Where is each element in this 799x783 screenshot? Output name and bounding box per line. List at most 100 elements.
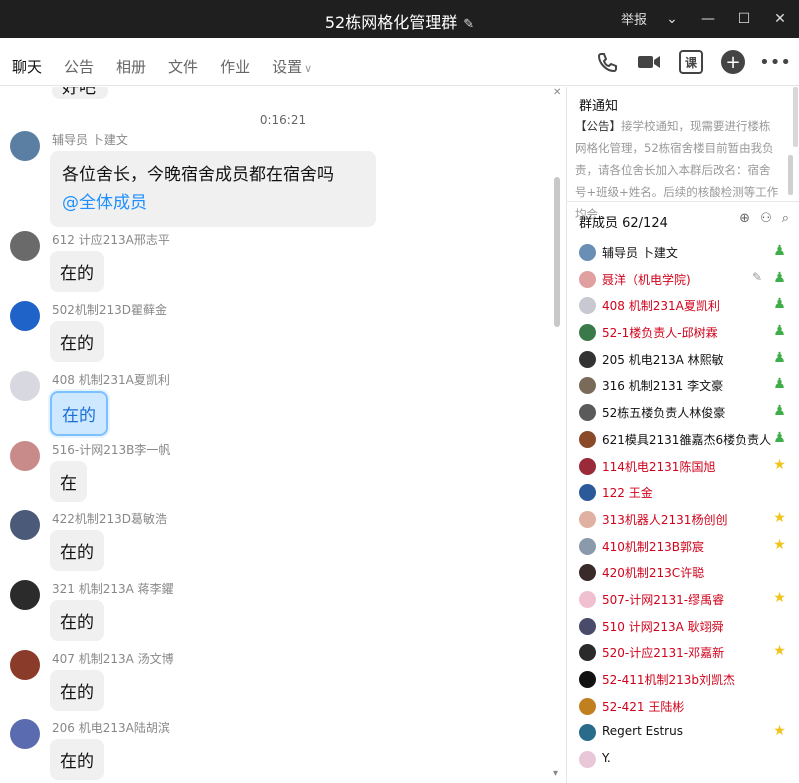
chat-area[interactable]: 好吧 0:16:21 辅导员 卜建文 各位舍长，今晚宿舍成员都在宿舍吗 @全体成… — [0, 87, 566, 783]
member-item[interactable]: 52-421 王陆彬 — [567, 693, 799, 720]
admin-icon: ♟ — [773, 376, 786, 393]
message-bubble: 在的 — [50, 600, 104, 641]
add-icon[interactable]: + — [721, 50, 745, 74]
member-name: 52-421 王陆彬 — [602, 699, 685, 714]
member-item[interactable]: 420机制213C许聪 — [567, 559, 799, 586]
member-avatar — [579, 350, 596, 368]
avatar[interactable] — [10, 301, 40, 331]
member-avatar — [579, 564, 596, 582]
notice-text: 接学校通知，现需要进行楼栋网格化管理，52栋宿舍楼目前暂由我负责，请各位舍长加入… — [575, 119, 779, 221]
tab-chat[interactable]: 聊天 — [12, 56, 43, 90]
member-item[interactable]: 52-1楼负责人-邱树霖 ♟ — [567, 319, 799, 346]
member-name: 313机器人2131杨创创 — [602, 512, 728, 527]
avatar[interactable] — [10, 371, 40, 401]
member-avatar — [579, 324, 596, 342]
chevron-down-icon[interactable]: ⌄ — [661, 11, 683, 27]
member-avatar — [579, 244, 596, 261]
member-tools: ⊕ ⚇ ⌕ — [739, 211, 789, 226]
member-avatar — [579, 404, 596, 422]
member-item[interactable]: Y. — [567, 746, 799, 773]
member-scrollbar[interactable] — [793, 87, 798, 147]
avatar[interactable] — [10, 131, 40, 161]
message-bubble: 好吧 — [52, 87, 108, 99]
member-avatar — [579, 751, 596, 769]
star-icon: ★ — [773, 509, 786, 526]
message-text: 各位舍长，今晚宿舍成员都在宿舍吗 — [62, 165, 334, 185]
tab-settings-label: 设置 — [272, 58, 303, 76]
member-item[interactable]: 辅导员 卜建文 ♟ — [567, 239, 799, 266]
star-icon: ★ — [773, 589, 786, 606]
close-icon[interactable]: ✕ — [769, 11, 791, 27]
mention-all[interactable]: @全体成员 — [62, 189, 364, 217]
avatar[interactable] — [10, 650, 40, 680]
chat-window: 52栋网格化管理群 ✎ 举报 ⌄ — ☐ ✕ 聊天 公告 相册 文件 作业 设置 ∨… — [0, 0, 799, 783]
sender-name: 321 机制213A 蒋李鑺 — [52, 582, 174, 596]
edit-title-icon[interactable]: ✎ — [463, 17, 474, 32]
avatar[interactable] — [10, 510, 40, 540]
sender-name: 408 机制231A夏凯利 — [52, 373, 170, 387]
sender-name: 407 机制213A 汤文博 — [52, 652, 174, 666]
course-icon[interactable]: 课 — [679, 50, 703, 74]
video-icon[interactable] — [637, 50, 661, 74]
scroll-down-icon[interactable]: ▾ — [553, 768, 558, 779]
maximize-icon[interactable]: ☐ — [733, 11, 755, 27]
message-bubble: 在的 — [50, 391, 108, 436]
avatar[interactable] — [10, 719, 40, 749]
edit-icon[interactable]: ✎ — [752, 270, 762, 284]
member-item[interactable]: 510 计网213A 耿翊舜 — [567, 613, 799, 640]
member-item[interactable]: 52-411机制213b刘凯杰 — [567, 666, 799, 693]
member-item[interactable]: 507-计网2131-缪禹睿 ★ — [567, 586, 799, 613]
tab-settings[interactable]: 设置 ∨ — [272, 56, 312, 77]
avatar[interactable] — [10, 441, 40, 471]
search-icon[interactable]: ⌕ — [782, 211, 789, 226]
member-item[interactable]: 313机器人2131杨创创 ★ — [567, 506, 799, 533]
message-bubble: 在的 — [50, 530, 104, 571]
star-icon: ★ — [773, 456, 786, 473]
member-name: 420机制213C许聪 — [602, 566, 705, 581]
member-item[interactable]: 410机制213B郭宸 ★ — [567, 533, 799, 560]
member-name: 316 机制2131 李文豪 — [602, 379, 724, 394]
member-avatar — [579, 697, 596, 715]
notice-scrollbar[interactable] — [788, 155, 793, 195]
more-icon[interactable]: ••• — [759, 50, 791, 74]
tab-announcement[interactable]: 公告 — [64, 56, 94, 77]
scroll-up-icon[interactable]: ✕ — [553, 87, 561, 98]
admin-icon: ♟ — [773, 349, 786, 366]
add-member-icon[interactable]: ⚇ — [760, 211, 772, 226]
sender-name: 502机制213D瞿藓金 — [52, 303, 168, 317]
member-item[interactable]: 聂洋（机电学院) ✎ ♟ — [567, 266, 799, 293]
phone-icon[interactable] — [595, 50, 619, 74]
notice-body[interactable]: 【公告】接学校通知，现需要进行楼栋网格化管理，52栋宿舍楼目前暂由我负责，请各位… — [575, 115, 781, 225]
tab-album[interactable]: 相册 — [116, 56, 146, 77]
member-filter-icon[interactable]: ⊕ — [739, 211, 750, 226]
member-item[interactable]: Regert Estrus ★ — [567, 719, 799, 746]
member-name: 122 王金 — [602, 486, 653, 501]
tab-homework[interactable]: 作业 — [220, 56, 250, 77]
minimize-icon[interactable]: — — [697, 11, 719, 27]
member-name: Regert Estrus — [602, 724, 683, 739]
notice-prefix: 【公告】 — [575, 119, 621, 133]
member-name: 510 计网213A 耿翊舜 — [602, 619, 724, 634]
member-item[interactable]: 52栋五楼负责人林俊豪 ♟ — [567, 399, 799, 426]
member-name: 52-411机制213b刘凯杰 — [602, 673, 736, 687]
member-item[interactable]: 621模具2131雒嘉杰6楼负责人 ♟ — [567, 426, 799, 453]
member-item[interactable]: 316 机制2131 李文豪 ♟ — [567, 372, 799, 399]
member-avatar — [579, 510, 596, 528]
tab-files[interactable]: 文件 — [168, 56, 198, 77]
member-item[interactable]: 520-计应2131-邓嘉新 ★ — [567, 639, 799, 666]
sender-name: 辅导员 卜建文 — [52, 133, 128, 147]
tab-bar: 聊天 公告 相册 文件 作业 设置 ∨ 课 + ••• — [0, 38, 799, 90]
avatar[interactable] — [10, 231, 40, 261]
avatar[interactable] — [10, 580, 40, 610]
group-title-text: 52栋网格化管理群 — [324, 13, 458, 32]
admin-icon: ♟ — [773, 429, 786, 446]
member-item[interactable]: 205 机电213A 林熙敏 ♟ — [567, 346, 799, 373]
chat-scrollbar[interactable] — [554, 177, 560, 327]
report-button[interactable]: 举报 — [621, 9, 647, 28]
member-item[interactable]: 122 王金 — [567, 479, 799, 506]
member-item[interactable]: 114机电2131陈国旭 ★ — [567, 453, 799, 480]
title-bar: 52栋网格化管理群 ✎ 举报 ⌄ — ☐ ✕ — [0, 0, 799, 38]
member-item[interactable]: 408 机制231A夏凯利 ♟ — [567, 292, 799, 319]
star-icon: ★ — [773, 536, 786, 553]
admin-icon: ♟ — [773, 403, 786, 420]
